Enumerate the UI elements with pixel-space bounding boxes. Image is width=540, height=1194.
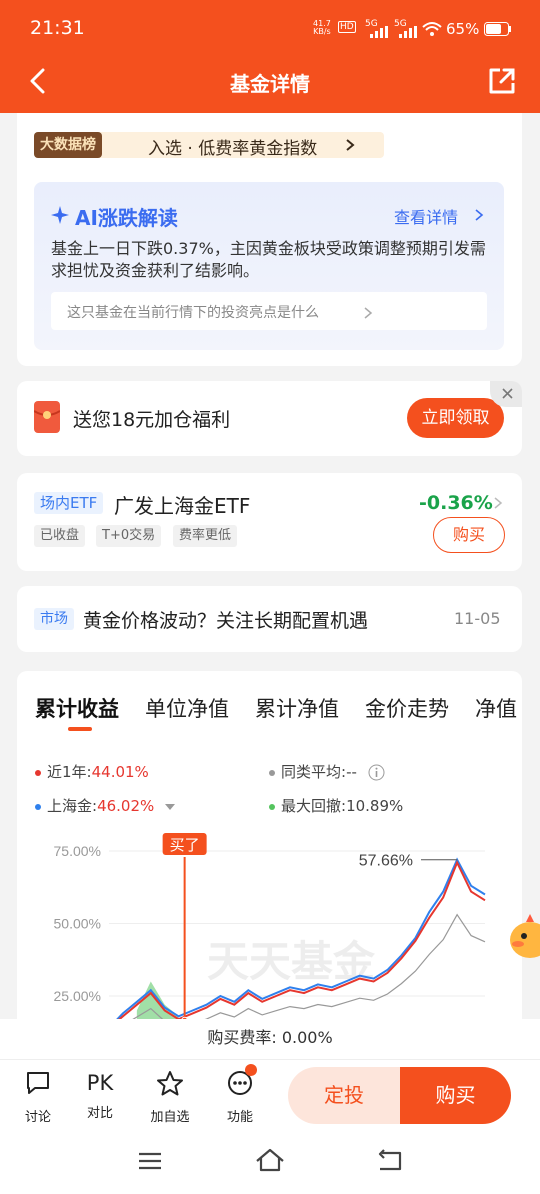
buy-button[interactable]: 购买 [400,1067,511,1124]
red-envelope-icon [34,401,60,433]
sip-button[interactable]: 定投 [288,1067,400,1124]
legend-dot-gray [269,769,275,776]
market-title: 黄金价格波动？关注长期配置机遇 [83,610,369,632]
legend-drawdown: 最大回撤:10.89% [269,795,403,816]
promo-card: 送您18元加仓福利 立即领取 [17,381,522,456]
ai-panel: AI涨跌解读 查看详情 基金上一日下跌0.37%，主因黄金板块受政策调整预期引发… [34,182,504,350]
legend-dot-red [35,769,41,776]
tab-nav[interactable]: 净值 [475,693,517,723]
chevron-right-icon [346,139,355,151]
system-nav [0,1131,540,1194]
more-button[interactable]: 功能 [220,1064,260,1125]
status-time: 21:31 [30,17,85,39]
tab-acc-nav[interactable]: 累计净值 [255,693,339,723]
pk-icon: PK [86,1071,114,1095]
star-icon [157,1071,183,1096]
return-chart[interactable]: 75.00%50.00%25.00%天天基金买了57.66% [17,831,522,1031]
info-icon[interactable] [368,764,385,781]
etf-badge-closed: 已收盘 [34,525,86,547]
ai-title: AI涨跌解读 [75,206,178,230]
chevron-right-icon [364,307,373,319]
chevron-right-icon [475,209,484,221]
tab-gold-trend[interactable]: 金价走势 [365,693,449,723]
chat-icon [27,1072,49,1094]
signal-bars-icon-1 [370,26,388,38]
bottom-bar: 讨论 PK 对比 加自选 功能 定投 购买 [0,1059,540,1131]
ai-prompt-text: 这只基金在当前行情下的投资亮点是什么 [67,305,319,321]
tab-indicator [68,727,92,731]
menu-icon[interactable] [138,1151,162,1171]
promo-text: 送您18元加仓福利 [73,409,231,431]
dropdown-icon [165,803,176,810]
net-speed: 41.7 KB/s [313,19,331,36]
tab-cumulative[interactable]: 累计收益 [35,693,119,723]
etf-tag: 场内ETF [34,492,104,514]
status-bar: 21:31 41.7 KB/s HD 5G 5G 65% [0,0,540,58]
y-tick-label: 75.00% [54,843,101,859]
y-tick-label: 50.00% [54,916,101,932]
y-tick-label: 25.00% [54,988,101,1004]
market-date: 11-05 [454,609,501,628]
wifi-icon [422,22,442,36]
close-promo[interactable] [490,381,522,407]
battery-icon [484,22,511,36]
peak-label: 57.66% [359,853,413,870]
fee-bar: 购买费率: 0.00% [0,1019,540,1059]
etf-buy-button[interactable]: 购买 [433,517,505,553]
ai-prompt[interactable]: 这只基金在当前行情下的投资亮点是什么 [51,292,487,330]
notification-dot [245,1064,257,1076]
discuss-button[interactable]: 讨论 [18,1070,58,1125]
close-icon [502,388,513,399]
chevron-right-icon [494,497,503,509]
etf-change: -0.36% [419,492,493,514]
claim-button[interactable]: 立即领取 [407,398,504,438]
legend-dot-green [269,803,275,810]
nav-bar: 基金详情 [0,58,540,113]
page-title: 基金详情 [230,72,310,96]
etf-name: 广发上海金ETF [114,494,251,518]
signal-bars-icon-2 [399,26,417,38]
rank-text: 入选 · 低费率黄金指数 [148,139,318,159]
tab-unit-nav[interactable]: 单位净值 [145,693,229,723]
battery-percent: 65% [446,20,480,38]
fee-label: 购买费率: [207,1028,277,1047]
watchlist-button[interactable]: 加自选 [146,1070,194,1125]
action-group: 定投 购买 [288,1067,511,1124]
ai-summary: 基金上一日下跌0.37%，主因黄金板块受政策调整预期引发需求担忧及资金获利了结影… [51,239,486,280]
etf-badge-fee: 费率更低 [173,525,238,547]
buy-marker-label: 买了 [170,836,200,854]
market-card[interactable]: 市场 黄金价格波动？关注长期配置机遇 11-05 [17,586,522,652]
watchlist-label: 加自选 [150,1110,190,1125]
chart-card: 累计收益 单位净值 累计净值 金价走势 净值 近1年:44.01% 同类平均:-… [17,671,522,1031]
fee-value: 0.00% [281,1028,333,1047]
compare-label: 对比 [86,1106,113,1121]
legend-dot-blue [35,803,41,810]
legend-fund: 近1年:44.01% [35,761,149,782]
etf-card[interactable]: 场内ETF 广发上海金ETF -0.36% 已收盘 T+0交易 费率更低 购买 [17,473,522,571]
sparkle-icon [51,206,69,224]
more-label: 功能 [226,1110,253,1125]
legend-index[interactable]: 上海金:46.02% [35,795,176,816]
mascot-icon[interactable] [506,910,540,962]
ai-detail-link[interactable]: 查看详情 [394,204,458,228]
discuss-label: 讨论 [24,1110,51,1125]
legend-peer: 同类平均:-- [269,761,385,782]
home-icon[interactable] [255,1148,285,1172]
rank-banner[interactable]: 大数据榜 入选 · 低费率黄金指数 [34,132,384,159]
etf-badge-t0: T+0交易 [96,525,162,547]
return-icon[interactable] [376,1149,404,1173]
compare-button[interactable]: PK 对比 [80,1070,120,1121]
rank-badge: 大数据榜 [34,132,102,158]
ai-card: AI涨跌解读 查看详情 基金上一日下跌0.37%，主因黄金板块受政策调整预期引发… [17,170,522,366]
hd-icon: HD [338,21,356,33]
market-tag: 市场 [34,608,74,630]
share-icon[interactable] [488,67,516,95]
